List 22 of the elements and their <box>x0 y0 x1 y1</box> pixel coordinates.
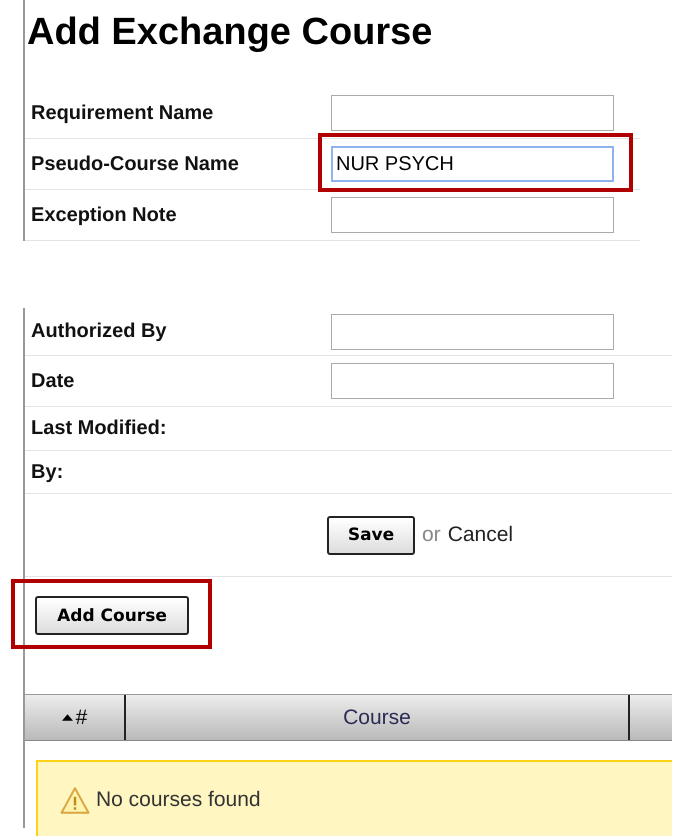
input-field[interactable] <box>331 197 614 233</box>
add-course-button[interactable]: Add Course <box>35 596 189 635</box>
sort-up-icon <box>62 714 73 721</box>
column-header[interactable]: # <box>25 695 126 740</box>
input-field[interactable]: NUR PSYCH <box>331 146 614 182</box>
field-label: Exception Note <box>31 204 178 226</box>
field-label: Pseudo-Course Name <box>31 152 240 176</box>
input-field[interactable] <box>331 95 614 131</box>
page-title: Add Exchange Course <box>23 0 693 88</box>
field-label: Date <box>31 370 76 392</box>
field-label: Authorized By <box>31 320 168 343</box>
column-header[interactable]: Course <box>126 695 630 740</box>
or-text: or <box>422 523 441 547</box>
warning-icon <box>60 786 90 814</box>
cancel-link[interactable]: Cancel <box>448 523 514 547</box>
message-text: No courses found <box>96 788 261 812</box>
field-label: By: <box>31 460 64 484</box>
input-field[interactable] <box>331 314 614 350</box>
field-label: Last Modified: <box>31 417 168 440</box>
save-button[interactable]: Save <box>327 516 415 554</box>
field-label: Requirement Name <box>31 102 214 124</box>
input-field[interactable] <box>331 363 614 399</box>
